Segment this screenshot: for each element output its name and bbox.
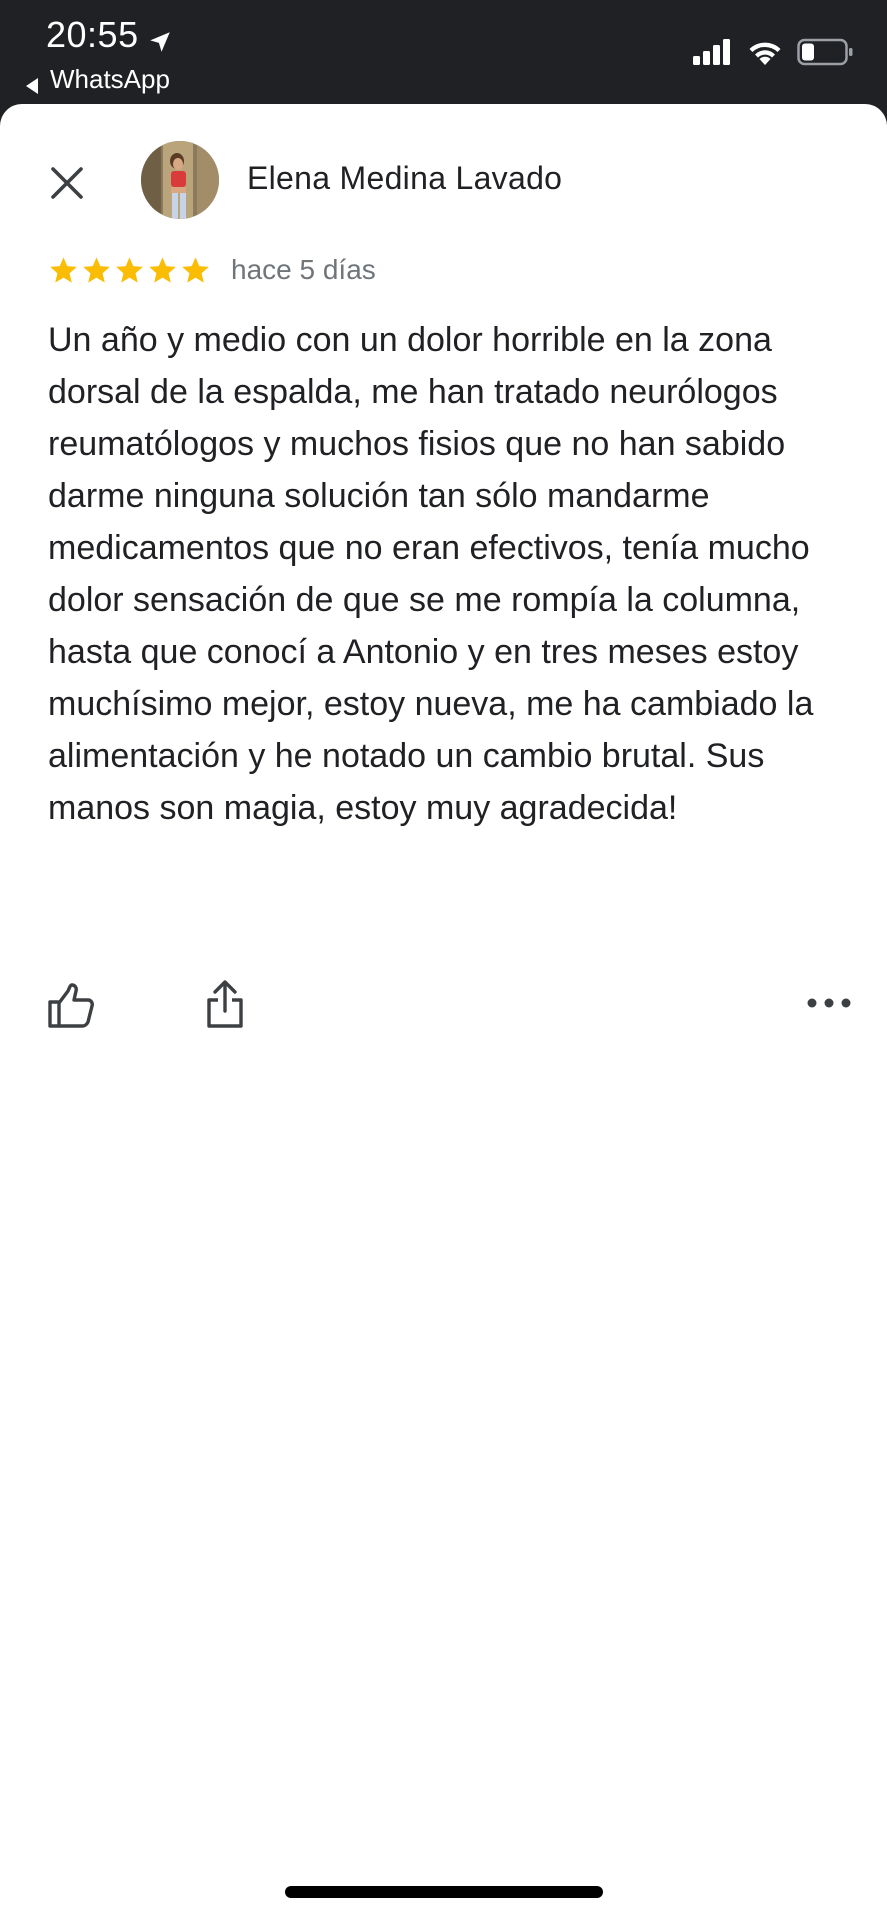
like-button[interactable] [46,982,96,1030]
star-icon [114,255,145,286]
back-app-label: WhatsApp [50,64,170,94]
status-time: 20:55 [46,14,173,56]
star-icon [48,255,79,286]
status-time-text: 20:55 [46,14,139,55]
close-icon [51,167,83,199]
star-icon [147,255,178,286]
review-date: hace 5 días [231,254,376,285]
more-horizontal-icon [807,998,851,1008]
thumbs-up-icon [48,983,94,1028]
cellular-signal-icon [693,39,733,70]
close-button[interactable] [38,154,96,212]
star-icon [81,255,112,286]
avatar[interactable] [141,141,219,219]
status-indicators [693,38,853,71]
rating-row: hace 5 días [48,254,376,286]
more-options-button[interactable] [804,988,854,1018]
share-button[interactable] [203,978,247,1030]
location-arrow-icon [147,22,173,52]
wifi-icon [747,38,783,71]
status-bar: 20:55 WhatsApp [0,0,887,104]
review-sheet: Elena Medina Lavado hace 5 días Un año y… [0,104,887,1920]
review-actions [0,976,887,1032]
battery-icon [797,38,853,71]
star-rating [48,255,211,286]
back-arrow-icon [24,71,40,94]
review-text: Un año y medio con un dolor horrible en … [48,321,814,827]
star-icon [180,255,211,286]
share-icon [207,980,243,1028]
home-indicator[interactable] [285,1886,603,1898]
back-to-app-button[interactable]: WhatsApp [24,64,170,95]
reviewer-name[interactable]: Elena Medina Lavado [247,160,562,197]
